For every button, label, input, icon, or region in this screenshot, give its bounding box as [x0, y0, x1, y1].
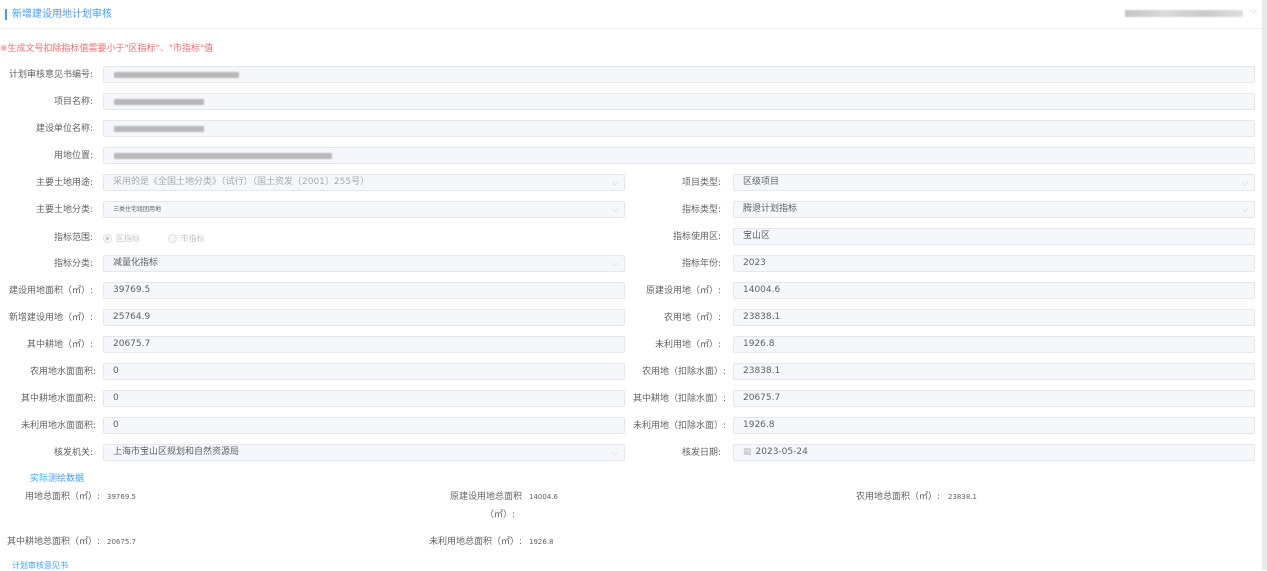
farm-water-label: 其中耕地水面面积:	[20, 394, 96, 404]
chevron-down-icon[interactable]: ⌵	[1250, 6, 1257, 16]
opinion-no-field[interactable]	[103, 66, 1255, 83]
radio-label: 区指标	[116, 234, 140, 243]
vertical-scrollbar[interactable]	[1262, 0, 1267, 570]
build-area-label: 建设用地面积（㎡）:	[8, 286, 93, 296]
opinion-section-title[interactable]: 计划审核意见书	[12, 560, 68, 571]
agri-total-value: 23838.1	[948, 493, 977, 501]
farm-total-value: 20675.7	[107, 538, 136, 546]
issue-date-label: 核发日期:	[681, 448, 721, 458]
redacted-value	[114, 72, 239, 78]
new-build-field[interactable]: 25764.9	[103, 309, 625, 326]
index-type-value: 腾退计划指标	[743, 204, 798, 214]
radio-city[interactable]: 市指标	[167, 230, 205, 247]
use-district-label: 指标使用区:	[672, 232, 721, 242]
chevron-down-icon: ⌵	[611, 205, 618, 214]
unused-ex-field[interactable]: 1926.8	[733, 417, 1255, 434]
issuer-label: 核发机关:	[53, 448, 93, 458]
issue-date-field[interactable]: ▦ 2023-05-24	[733, 444, 1255, 461]
builder-label: 建设单位名称:	[35, 124, 93, 134]
farm-water-field[interactable]: 0	[103, 390, 625, 407]
issuer-select[interactable]: 上海市宝山区规划和自然资源局 ⌵	[103, 444, 625, 461]
index-range-radio-group: 区指标 市指标	[103, 230, 230, 247]
title-accent-bar	[5, 9, 7, 20]
unused-total-label: 未利用地总面积（㎡）:	[428, 537, 522, 547]
radio-icon	[103, 234, 112, 243]
agri-ex-field[interactable]: 23838.1	[733, 363, 1255, 380]
project-name-field[interactable]	[103, 93, 1255, 110]
location-field[interactable]	[103, 147, 1255, 164]
unused-water-label: 未利用地水面面积:	[20, 421, 96, 431]
redacted-value	[114, 99, 204, 105]
unused-total-value: 1926.8	[529, 538, 554, 546]
total-land-value: 39769.5	[107, 493, 136, 501]
opinion-no-label: 计划审核意见书编号:	[8, 70, 93, 80]
chevron-down-icon: ⌵	[611, 259, 618, 268]
orig-total-value: 14004.6	[529, 493, 558, 501]
index-category-select[interactable]: 减量化指标 ⌵	[103, 255, 625, 272]
land-use-select[interactable]: 采用的是《全国土地分类》（试行）（国土资发〔2001〕255号） ⌵	[103, 174, 625, 191]
farmland-label: 其中耕地（㎡）:	[26, 340, 93, 350]
year-label: 指标年份:	[681, 259, 721, 269]
index-category-label: 指标分类:	[53, 259, 93, 269]
agri-water-field[interactable]: 0	[103, 363, 625, 380]
agri-label: 农用地（㎡）:	[663, 313, 721, 323]
land-use-label: 主要土地用途:	[35, 178, 93, 188]
redacted-value	[114, 153, 332, 159]
agri-water-label: 农用地水面面积:	[29, 367, 96, 377]
chevron-down-icon: ⌵	[1241, 205, 1248, 214]
unused-label: 未利用地（㎡）:	[654, 340, 721, 350]
index-range-label: 指标范围:	[53, 233, 93, 243]
page-title: 新增建设用地计划审核	[12, 9, 112, 20]
project-type-select[interactable]: 区级项目 ⌵	[733, 174, 1255, 191]
unused-field[interactable]: 1926.8	[733, 336, 1255, 353]
chevron-down-icon: ⌵	[1241, 178, 1248, 187]
land-use-value: 采用的是《全国土地分类》（试行）（国土资发〔2001〕255号）	[113, 177, 370, 187]
issue-date-value: 2023-05-24	[755, 447, 808, 457]
orig-build-label: 原建设用地（㎡）:	[645, 286, 721, 296]
user-info-redacted[interactable]	[1125, 10, 1243, 17]
issuer-value: 上海市宝山区规划和自然资源局	[113, 447, 240, 457]
project-type-value: 区级项目	[743, 177, 780, 187]
index-type-label: 指标类型:	[681, 205, 721, 215]
redacted-value	[114, 126, 204, 132]
agri-field[interactable]: 23838.1	[733, 309, 1255, 326]
farm-ex-label: 其中耕地（扣除水面）:	[632, 394, 726, 404]
land-class-label: 主要土地分类:	[35, 205, 93, 215]
warning-notice: ※生成文号扣除指标值需要小于"区指标"、"市指标"值	[0, 44, 214, 54]
radio-icon	[167, 234, 177, 243]
farm-ex-field[interactable]: 20675.7	[733, 390, 1255, 407]
page-header: 新增建设用地计划审核 ⌵	[0, 0, 1262, 29]
survey-section-title[interactable]: 实际测绘数据	[30, 471, 84, 484]
unused-ex-label: 未利用地（扣除水面）:	[632, 421, 726, 431]
build-area-field[interactable]: 39769.5	[103, 282, 625, 299]
use-district-field[interactable]: 宝山区	[733, 228, 1255, 245]
orig-build-field[interactable]: 14004.6	[733, 282, 1255, 299]
agri-total-label: 农用地总面积（㎡）:	[855, 492, 940, 502]
new-build-label: 新增建设用地（㎡）:	[8, 313, 93, 323]
radio-district[interactable]: 区指标	[103, 230, 140, 247]
land-class-value: 三类住宅组团用地	[113, 206, 162, 213]
agri-ex-label: 农用地（扣除水面）:	[641, 367, 726, 377]
farm-total-label: 其中耕地总面积（㎡）:	[6, 537, 100, 547]
land-class-select[interactable]: 三类住宅组团用地 ⌵	[103, 201, 625, 218]
chevron-down-icon: ⌵	[611, 448, 618, 457]
project-name-label: 项目名称:	[53, 97, 93, 107]
radio-label: 市指标	[180, 234, 205, 243]
orig-total-unit: （㎡）:	[484, 510, 516, 520]
total-land-label: 用地总面积（㎡）:	[24, 492, 100, 502]
calendar-icon: ▦	[743, 447, 752, 457]
project-type-label: 项目类型:	[681, 178, 721, 188]
location-label: 用地位置:	[53, 151, 93, 161]
index-category-value: 减量化指标	[113, 258, 159, 268]
index-type-select[interactable]: 腾退计划指标 ⌵	[733, 201, 1255, 218]
year-field[interactable]: 2023	[733, 255, 1255, 272]
builder-field[interactable]	[103, 120, 1255, 137]
chevron-down-icon: ⌵	[611, 178, 618, 187]
farmland-field[interactable]: 20675.7	[103, 336, 625, 353]
unused-water-field[interactable]: 0	[103, 417, 625, 434]
orig-total-label: 原建设用地总面积	[449, 492, 522, 502]
